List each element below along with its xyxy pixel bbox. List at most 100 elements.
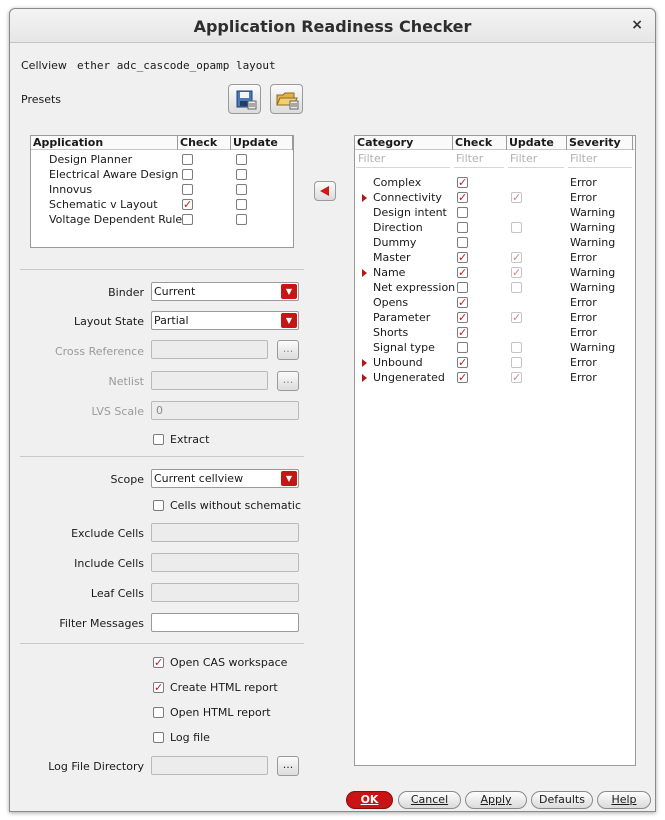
presets-label: Presets bbox=[21, 93, 62, 106]
save-preset-button[interactable] bbox=[228, 84, 261, 114]
severity-value: Warning bbox=[570, 281, 616, 294]
binder-select[interactable]: Current ▼ bbox=[151, 282, 299, 301]
row-checkbox[interactable]: ✓ bbox=[457, 312, 468, 323]
severity-value: Error bbox=[570, 251, 597, 264]
exclude-cells-field[interactable] bbox=[151, 523, 299, 542]
log-file-directory-browse-button[interactable]: ... bbox=[277, 756, 299, 776]
row-checkbox[interactable]: ✓ bbox=[511, 252, 522, 263]
include-cells-field[interactable] bbox=[151, 553, 299, 572]
row-checkbox[interactable]: ✓ bbox=[511, 192, 522, 203]
row-checkbox[interactable] bbox=[182, 214, 193, 225]
row-checkbox[interactable] bbox=[457, 282, 468, 293]
col-check[interactable]: Check bbox=[453, 136, 507, 150]
row-checkbox[interactable] bbox=[182, 184, 193, 195]
row-checkbox[interactable]: ✓ bbox=[511, 372, 522, 383]
row-checkbox[interactable]: ✓ bbox=[457, 267, 468, 278]
expand-triangle-icon[interactable] bbox=[362, 194, 367, 202]
defaults-button[interactable]: Defaults bbox=[531, 791, 593, 809]
leaf-cells-field[interactable] bbox=[151, 583, 299, 602]
row-checkbox[interactable]: ✓ bbox=[457, 192, 468, 203]
row-checkbox[interactable] bbox=[511, 357, 522, 368]
application-table-header: Application Check Update bbox=[31, 136, 293, 150]
cancel-button[interactable]: Cancel bbox=[398, 791, 461, 809]
severity-value: Error bbox=[570, 191, 597, 204]
col-check[interactable]: Check bbox=[178, 136, 231, 150]
category-name: Parameter bbox=[373, 311, 431, 324]
application-name: Schematic v Layout bbox=[49, 198, 158, 211]
open-cas-checkbox[interactable]: ✓ bbox=[153, 657, 164, 668]
title-bar[interactable]: Application Readiness Checker × bbox=[10, 9, 655, 43]
row-checkbox[interactable] bbox=[457, 342, 468, 353]
check-filter-input[interactable]: Filter bbox=[454, 152, 504, 168]
severity-filter-input[interactable]: Filter bbox=[568, 152, 632, 168]
expand-triangle-icon[interactable] bbox=[362, 359, 367, 367]
update-filter-input[interactable]: Filter bbox=[508, 152, 564, 168]
layout-state-select[interactable]: Partial ▼ bbox=[151, 311, 299, 330]
row-checkbox[interactable] bbox=[457, 207, 468, 218]
separator bbox=[20, 456, 304, 457]
layout-state-label: Layout State bbox=[73, 315, 144, 328]
row-checkbox[interactable] bbox=[236, 169, 247, 180]
expand-triangle-icon[interactable] bbox=[362, 374, 367, 382]
open-html-label: Open HTML report bbox=[170, 706, 271, 719]
row-checkbox[interactable] bbox=[236, 214, 247, 225]
create-html-checkbox[interactable]: ✓ bbox=[153, 682, 164, 693]
col-update[interactable]: Update bbox=[231, 136, 293, 150]
row-checkbox[interactable] bbox=[457, 222, 468, 233]
category-filter-input[interactable]: Filter bbox=[356, 152, 450, 168]
col-severity[interactable]: Severity bbox=[567, 136, 633, 150]
category-name: Opens bbox=[373, 296, 409, 309]
col-application[interactable]: Application bbox=[31, 136, 178, 150]
open-preset-button[interactable] bbox=[270, 84, 303, 114]
col-category[interactable]: Category bbox=[355, 136, 453, 150]
row-checkbox[interactable]: ✓ bbox=[457, 252, 468, 263]
row-checkbox[interactable]: ✓ bbox=[457, 327, 468, 338]
row-checkbox[interactable] bbox=[511, 282, 522, 293]
row-checkbox[interactable] bbox=[182, 154, 193, 165]
row-checkbox[interactable] bbox=[511, 222, 522, 233]
row-checkbox[interactable]: ✓ bbox=[511, 267, 522, 278]
window-title: Application Readiness Checker bbox=[193, 17, 472, 36]
row-checkbox[interactable]: ✓ bbox=[182, 199, 193, 210]
log-file-directory-field bbox=[151, 756, 268, 775]
row-checkbox[interactable]: ✓ bbox=[511, 312, 522, 323]
filter-messages-input[interactable] bbox=[151, 613, 299, 632]
row-checkbox[interactable]: ✓ bbox=[457, 177, 468, 188]
row-checkbox[interactable] bbox=[236, 154, 247, 165]
scope-value: Current cellview bbox=[154, 472, 244, 485]
expand-triangle-icon[interactable] bbox=[362, 269, 367, 277]
open-html-checkbox[interactable] bbox=[153, 707, 164, 718]
extract-checkbox[interactable] bbox=[153, 434, 164, 445]
transfer-button[interactable] bbox=[314, 181, 336, 201]
severity-value: Warning bbox=[570, 341, 616, 354]
row-checkbox[interactable] bbox=[457, 237, 468, 248]
close-icon[interactable]: × bbox=[631, 17, 643, 33]
severity-value: Warning bbox=[570, 206, 616, 219]
ok-button[interactable]: OK bbox=[346, 791, 393, 809]
netlist-browse-button[interactable]: ... bbox=[277, 371, 299, 391]
row-checkbox[interactable]: ✓ bbox=[457, 297, 468, 308]
cross-reference-browse-button[interactable]: ... bbox=[277, 340, 299, 360]
apply-button[interactable]: Apply bbox=[465, 791, 527, 809]
row-checkbox[interactable] bbox=[182, 169, 193, 180]
row-checkbox[interactable] bbox=[511, 342, 522, 353]
row-checkbox[interactable]: ✓ bbox=[457, 357, 468, 368]
row-checkbox[interactable] bbox=[236, 199, 247, 210]
leaf-cells-label: Leaf Cells bbox=[90, 587, 144, 600]
layout-state-value: Partial bbox=[154, 314, 189, 327]
separator bbox=[20, 269, 304, 270]
row-checkbox[interactable]: ✓ bbox=[457, 372, 468, 383]
severity-value: Warning bbox=[570, 266, 616, 279]
netlist-field bbox=[151, 371, 268, 390]
cells-without-schematic-checkbox[interactable] bbox=[153, 500, 164, 511]
row-checkbox[interactable] bbox=[236, 184, 247, 195]
help-button[interactable]: Help bbox=[597, 791, 651, 809]
log-file-checkbox[interactable] bbox=[153, 732, 164, 743]
col-update[interactable]: Update bbox=[507, 136, 567, 150]
include-cells-label: Include Cells bbox=[74, 557, 144, 570]
category-name: Signal type bbox=[373, 341, 435, 354]
cells-without-schematic-label: Cells without schematic bbox=[170, 499, 302, 512]
category-name: Connectivity bbox=[373, 191, 442, 204]
scope-select[interactable]: Current cellview ▼ bbox=[151, 469, 299, 488]
category-name: Complex bbox=[373, 176, 422, 189]
